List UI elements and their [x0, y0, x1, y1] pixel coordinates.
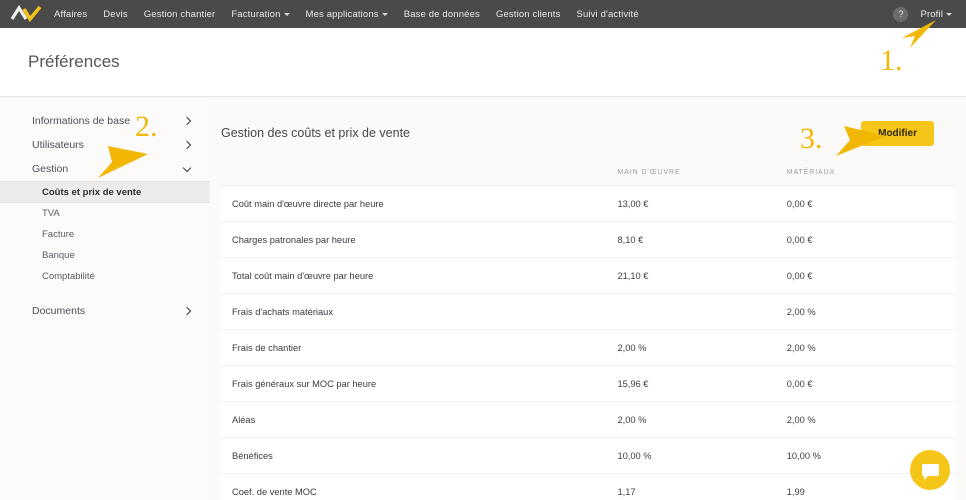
table-body: Coût main d'œuvre directe par heure 13,0… [220, 185, 956, 500]
nav-item-suivi-activite[interactable]: Suivi d'activité [576, 9, 638, 20]
nav-item-label: Mes applications [305, 8, 379, 20]
column-header-label [220, 159, 618, 186]
nav-item-label: Suivi d'activité [576, 8, 639, 20]
chevron-right-icon [183, 117, 192, 126]
table-row: Total coût main d'œuvre par heure 21,10 … [220, 257, 956, 294]
nav-item-facturation[interactable]: Facturation [231, 8, 290, 20]
costs-table-wrapper: MAIN D'ŒUVRE MATÉRIAUX Coût main d'œuvre… [220, 159, 956, 500]
page-title: Préférences [28, 52, 120, 71]
annotation-arrow-3 [836, 126, 886, 156]
row-label: Charges patronales par heure [220, 221, 618, 258]
sidebar-subitem-label: Coûts et prix de vente [42, 186, 142, 198]
chevron-down-icon [946, 13, 952, 16]
top-navigation-bar: Affaires Devis Gestion chantier Facturat… [0, 0, 966, 28]
chat-bubble-icon [921, 464, 939, 480]
nav-item-label: Devis [103, 8, 128, 20]
row-value-moc: 21,10 € [617, 257, 787, 294]
row-value-moc: 2,00 % [617, 401, 787, 438]
chat-bubble-button[interactable] [910, 450, 950, 490]
sidebar-subitem-label: Comptabilité [42, 271, 95, 282]
row-value-mat: 2,00 % [786, 329, 956, 366]
row-value-moc: 10,00 % [617, 437, 787, 474]
nav-items: Affaires Devis Gestion chantier Facturat… [54, 9, 639, 20]
row-value-mat: 0,00 € [786, 257, 956, 294]
sidebar-subitem-label: TVA [42, 208, 60, 219]
table-row: Frais de chantier 2,00 % 2,00 % [220, 329, 956, 366]
row-value-mat: 2,00 % [786, 293, 956, 330]
row-label: Frais généraux sur MOC par heure [220, 365, 618, 402]
nav-item-mes-applications[interactable]: Mes applications [306, 9, 388, 20]
page-header: Préférences [0, 28, 966, 97]
sidebar-item-documents[interactable]: Documents [0, 299, 210, 323]
row-value-moc: 13,00 € [617, 185, 787, 222]
nav-item-label: Facturation [231, 8, 281, 20]
table-row: Coût main d'œuvre directe par heure 13,0… [220, 185, 956, 222]
logo-chevron-mark[interactable] [10, 4, 44, 24]
annotation-arrow-1 [902, 20, 936, 48]
nav-item-label: Affaires [54, 8, 88, 20]
row-label: Frais d'achats matériaux [220, 293, 618, 330]
sidebar-item-label: Informations de base [32, 115, 131, 127]
row-value-mat: 2,00 % [786, 401, 956, 438]
row-value-moc: 2,00 % [617, 329, 787, 366]
sidebar-subitem-label: Facture [42, 229, 75, 240]
row-label: Frais de chantier [220, 329, 618, 366]
sidebar-item-label: Documents [32, 305, 86, 317]
row-value-moc [617, 293, 787, 330]
row-value-moc: 1,17 [617, 473, 787, 500]
row-value-moc: 15,96 € [617, 365, 787, 402]
table-row: Frais généraux sur MOC par heure 15,96 €… [220, 365, 956, 402]
annotation-arrow-2 [98, 146, 148, 178]
chevron-down-icon [283, 13, 290, 16]
table-row: Aléas 2,00 % 2,00 % [220, 401, 956, 438]
annotation-number-2: 2. [135, 110, 158, 143]
sidebar-item-informations-de-base[interactable]: Informations de base [0, 109, 210, 133]
row-value-mat: 0,00 € [786, 185, 956, 222]
table-row: Charges patronales par heure 8,10 € 0,00… [220, 221, 956, 258]
sidebar-subitem-tva[interactable]: TVA [0, 203, 210, 224]
chevron-down-icon [381, 13, 388, 16]
column-header-main-doeuvre: MAIN D'ŒUVRE [617, 159, 787, 186]
nav-item-gestion-chantier[interactable]: Gestion chantier [144, 9, 216, 20]
row-label: Coût main d'œuvre directe par heure [220, 185, 618, 222]
costs-table: MAIN D'ŒUVRE MATÉRIAUX Coût main d'œuvre… [220, 159, 956, 500]
row-value-moc: 8,10 € [617, 221, 787, 258]
nav-item-label: Gestion clients [495, 8, 561, 20]
nav-item-devis[interactable]: Devis [103, 9, 128, 20]
annotation-number-3: 3. [800, 122, 823, 155]
nav-item-base-de-donnees[interactable]: Base de données [404, 9, 480, 20]
row-label: Aléas [220, 401, 618, 438]
nav-item-affaires[interactable]: Affaires [54, 9, 87, 20]
table-row: Frais d'achats matériaux 2,00 % [220, 293, 956, 330]
nav-item-label: Base de données [403, 8, 480, 20]
application-window: Affaires Devis Gestion chantier Facturat… [0, 0, 966, 500]
section-title: Gestion des coûts et prix de vente [221, 126, 410, 140]
row-value-mat: 0,00 € [786, 221, 956, 258]
chevron-right-icon [183, 307, 192, 316]
sidebar-subitem-facture[interactable]: Facture [0, 224, 210, 245]
nav-item-label: Gestion chantier [143, 8, 216, 20]
row-label: Bénéfices [220, 437, 618, 474]
row-label: Coef. de vente MOC [220, 473, 618, 500]
sidebar-subitem-label: Banque [42, 250, 75, 261]
nav-item-gestion-clients[interactable]: Gestion clients [496, 9, 561, 20]
row-label: Total coût main d'œuvre par heure [220, 257, 618, 294]
sidebar-subitem-comptabilite[interactable]: Comptabilité [0, 266, 210, 287]
row-value-mat: 0,00 € [786, 365, 956, 402]
chevron-down-icon [183, 165, 192, 174]
chevron-right-icon [183, 141, 192, 150]
annotation-number-1: 1. [880, 44, 903, 77]
table-row: Bénéfices 10,00 % 10,00 % [220, 437, 956, 474]
table-row: Coef. de vente MOC 1,17 1,99 [220, 473, 956, 500]
sidebar-subitem-banque[interactable]: Banque [0, 245, 210, 266]
